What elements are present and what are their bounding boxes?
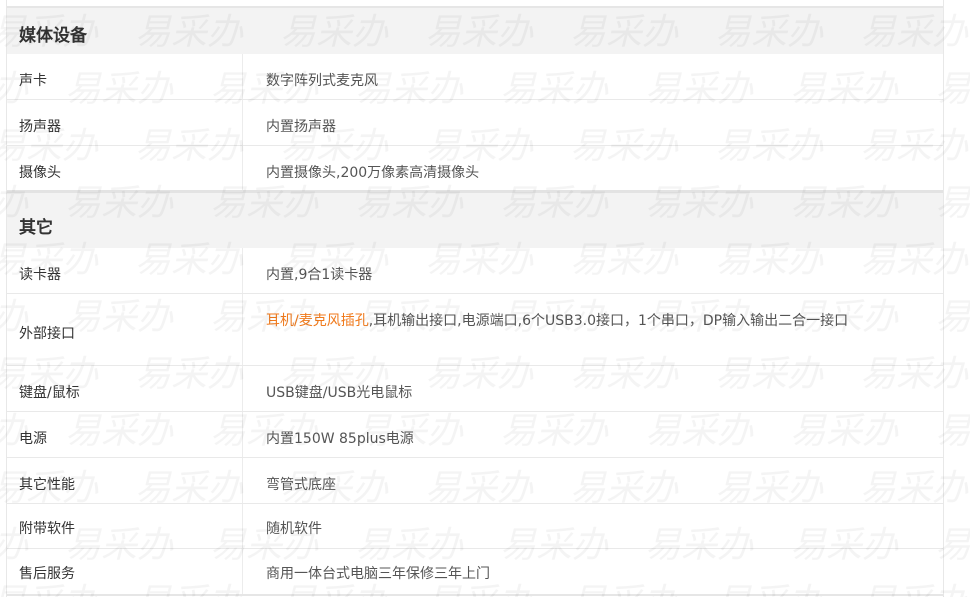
column-divider [242, 412, 243, 457]
section-title: 媒体设备 [19, 26, 87, 46]
column-divider [242, 549, 243, 594]
spec-value: 内置扬声器 [266, 119, 336, 135]
spec-label: 声卡 [19, 73, 47, 89]
spec-value: 内置150W 85plus电源 [266, 431, 414, 447]
spec-row-keyboard-mouse: 键盘/鼠标 USB键盘/USB光电鼠标 [7, 366, 943, 412]
spec-label: 售后服务 [19, 566, 75, 582]
spec-label: 键盘/鼠标 [19, 385, 80, 401]
column-divider [242, 146, 243, 190]
table-bottom-border [6, 594, 944, 596]
spec-row-speaker: 扬声器 内置扬声器 [7, 100, 943, 146]
spec-label: 外部接口 [19, 326, 75, 342]
spec-label: 扬声器 [19, 119, 61, 135]
spec-value: 内置,9合1读卡器 [266, 267, 373, 283]
spec-value: 弯管式底座 [266, 477, 336, 493]
spec-row-after-sales: 售后服务 商用一体台式电脑三年保修三年上门 [7, 549, 943, 594]
spec-value: 耳机/麦克风插孔,耳机输出接口,电源端口,6个USB3.0接口，1个串口，DP输… [266, 310, 933, 330]
spec-row-camera: 摄像头 内置摄像头,200万像素高清摄像头 [7, 146, 943, 190]
column-divider [242, 458, 243, 503]
column-divider [242, 294, 243, 365]
column-divider [242, 366, 243, 411]
spec-row-card-reader: 读卡器 内置,9合1读卡器 [7, 248, 943, 294]
section-title: 其它 [19, 218, 53, 238]
spec-row-software: 附带软件 随机软件 [7, 504, 943, 549]
column-divider [242, 100, 243, 145]
section-header-other: 其它 [7, 190, 943, 248]
spec-label: 摄像头 [19, 165, 61, 181]
spec-label: 电源 [19, 431, 47, 447]
spec-value-highlight[interactable]: 耳机/麦克风插孔 [266, 313, 369, 329]
column-divider [242, 54, 243, 99]
spec-value: 商用一体台式电脑三年保修三年上门 [266, 566, 490, 582]
spec-row-power: 电源 内置150W 85plus电源 [7, 412, 943, 458]
spec-value: 内置摄像头,200万像素高清摄像头 [266, 165, 480, 181]
spec-row-ports: 外部接口 耳机/麦克风插孔,耳机输出接口,电源端口,6个USB3.0接口，1个串… [7, 294, 943, 366]
spec-value: 随机软件 [266, 521, 322, 537]
spec-value: 数字阵列式麦克风 [266, 73, 378, 89]
spec-row-other-features: 其它性能 弯管式底座 [7, 458, 943, 504]
spec-row-sound-card: 声卡 数字阵列式麦克风 [7, 54, 943, 100]
section-header-media: 媒体设备 [7, 6, 943, 54]
spec-label: 读卡器 [19, 267, 61, 283]
spec-table: 媒体设备 声卡 数字阵列式麦克风 扬声器 内置扬声器 摄像头 内置摄像头,200… [6, 0, 944, 597]
column-divider [242, 248, 243, 293]
spec-label: 附带软件 [19, 521, 75, 537]
spec-value: USB键盘/USB光电鼠标 [266, 385, 413, 401]
spec-label: 其它性能 [19, 477, 75, 493]
spec-value-rest: ,耳机输出接口,电源端口,6个USB3.0接口，1个串口，DP输入输出二合一接口 [368, 313, 849, 329]
column-divider [242, 504, 243, 548]
